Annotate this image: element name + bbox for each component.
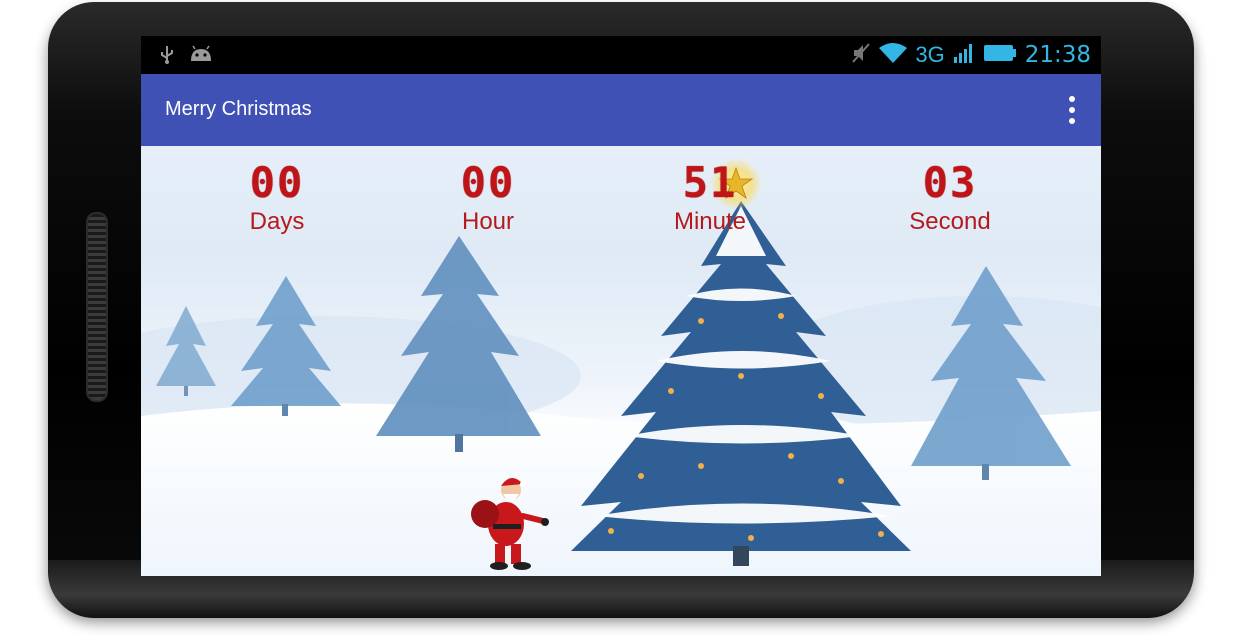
countdown-second: 03 Second	[870, 162, 1030, 236]
signal-icon	[953, 42, 975, 68]
countdown-minute: 51 Minute	[630, 162, 790, 236]
speaker-grille	[86, 212, 108, 402]
network-type: 3G	[915, 42, 945, 67]
wifi-icon	[879, 42, 908, 68]
clock: 21:38	[1024, 42, 1091, 68]
app-title: Merry Christmas	[165, 98, 312, 120]
battery-icon	[983, 43, 1017, 67]
second-value: 03	[922, 158, 978, 207]
app-bar: Merry Christmas	[141, 74, 1101, 146]
minute-value: 51	[682, 158, 738, 207]
mute-icon	[851, 42, 871, 68]
minute-label: Minute	[673, 208, 747, 235]
device-screen: 3G 21:38 Merry Christmas 00 Days 00 Hour…	[141, 36, 1101, 576]
christmas-scene: 00 Days 00 Hour 51 Minute 03 Second	[141, 146, 1101, 576]
status-bar: 3G 21:38	[141, 36, 1101, 74]
countdown-days: 00 Days	[197, 162, 357, 236]
days-value: 00	[249, 158, 305, 207]
android-icon	[189, 45, 213, 67]
hour-value: 00	[460, 158, 516, 207]
days-label: Days	[249, 208, 305, 235]
countdown-hour: 00 Hour	[408, 162, 568, 236]
hour-label: Hour	[461, 208, 515, 235]
usb-icon	[159, 44, 175, 68]
overflow-menu-icon[interactable]	[1067, 96, 1077, 124]
second-label: Second	[909, 208, 991, 235]
